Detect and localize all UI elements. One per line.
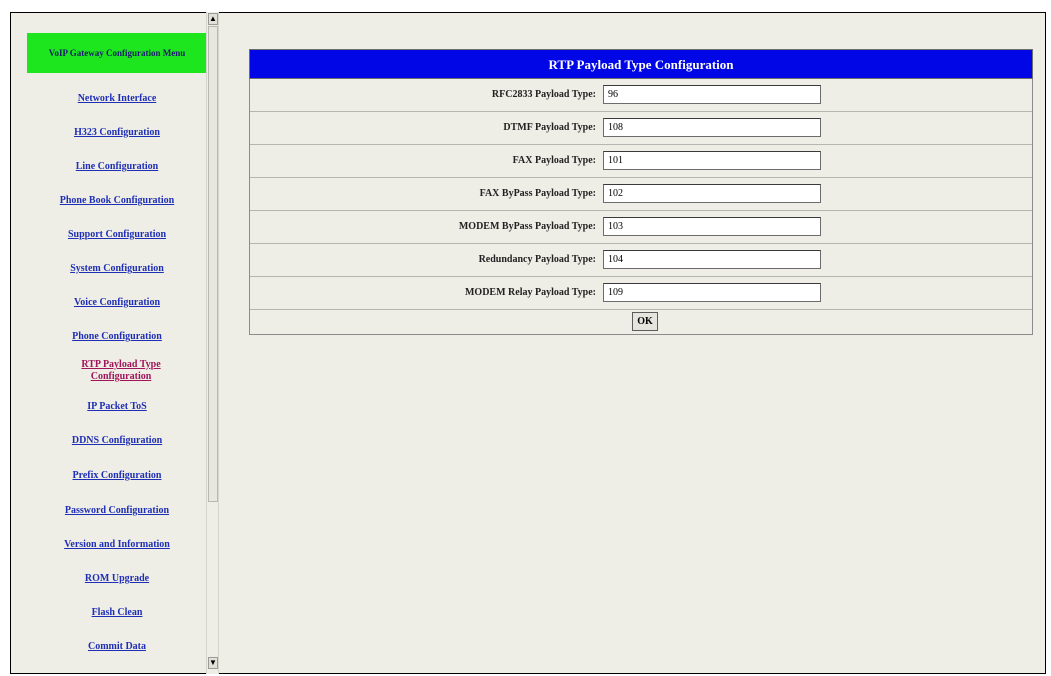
menu-item-phone-configuration[interactable]: Phone Configuration [19,331,215,343]
menu-item-ddns-configuration[interactable]: DDNS Configuration [19,435,215,447]
form-row-modem-relay: MODEM Relay Payload Type: [250,277,1032,310]
form-row-fax-bypass: FAX ByPass Payload Type: [250,178,1032,211]
menu-item-rom-upgrade[interactable]: ROM Upgrade [19,573,215,585]
menu-item-phone-book-configuration[interactable]: Phone Book Configuration [19,195,215,207]
browser-frame: VoIP Gateway Configuration Menu Network … [10,12,1046,674]
modem-bypass-payload-label: MODEM ByPass Payload Type: [458,221,596,232]
scroll-thumb[interactable] [208,26,218,502]
menu-item-rtp-payload-type-configuration[interactable]: RTP Payload Type Configuration [71,359,171,383]
menu-item-password-configuration[interactable]: Password Configuration [19,505,215,517]
rtp-payload-panel: RTP Payload Type Configuration RFC2833 P… [249,49,1033,335]
form-row-modem-bypass: MODEM ByPass Payload Type: [250,211,1032,244]
dtmf-payload-label: DTMF Payload Type: [503,122,596,133]
scroll-down-icon[interactable]: ▼ [208,657,218,669]
menu-item-line-configuration[interactable]: Line Configuration [19,161,215,173]
menu-item-h323-configuration[interactable]: H323 Configuration [19,127,215,139]
form-row-fax: FAX Payload Type: [250,145,1032,178]
menu-item-network-interface[interactable]: Network Interface [19,93,215,105]
menu-item-support-configuration[interactable]: Support Configuration [19,229,215,241]
scroll-up-icon[interactable]: ▲ [208,13,218,25]
rfc2833-payload-label: RFC2833 Payload Type: [491,89,596,100]
fax-bypass-payload-input[interactable] [603,184,821,203]
config-menu: VoIP Gateway Configuration Menu Network … [11,13,217,673]
modem-relay-payload-label: MODEM Relay Payload Type: [464,287,596,298]
modem-bypass-payload-input[interactable] [603,217,821,236]
menu-item-commit-data[interactable]: Commit Data [19,641,215,653]
menu-item-prefix-configuration[interactable]: Prefix Configuration [19,470,215,482]
menu-header: VoIP Gateway Configuration Menu [27,33,207,73]
modem-relay-payload-input[interactable] [603,283,821,302]
form-row-submit: OK [250,310,1032,334]
dtmf-payload-input[interactable] [603,118,821,137]
menu-item-ip-packet-tos[interactable]: IP Packet ToS [19,401,215,413]
redundancy-payload-label: Redundancy Payload Type: [478,254,596,265]
page-title: RTP Payload Type Configuration [249,49,1033,79]
menu-item-version-and-information[interactable]: Version and Information [19,539,215,551]
rfc2833-payload-input[interactable] [603,85,821,104]
menu-scrollbar[interactable]: ▲ ▼ [206,12,219,674]
menu-item-system-configuration[interactable]: System Configuration [19,263,215,275]
redundancy-payload-input[interactable] [603,250,821,269]
ok-button[interactable]: OK [632,312,658,331]
fax-bypass-payload-label: FAX ByPass Payload Type: [479,188,596,199]
payload-form: RFC2833 Payload Type: DTMF Payload Type:… [249,79,1033,335]
menu-item-flash-clean[interactable]: Flash Clean [19,607,215,619]
fax-payload-input[interactable] [603,151,821,170]
form-row-rfc2833: RFC2833 Payload Type: [250,79,1032,112]
fax-payload-label: FAX Payload Type: [512,155,596,166]
menu-item-voice-configuration[interactable]: Voice Configuration [19,297,215,309]
form-row-redundancy: Redundancy Payload Type: [250,244,1032,277]
form-row-dtmf: DTMF Payload Type: [250,112,1032,145]
